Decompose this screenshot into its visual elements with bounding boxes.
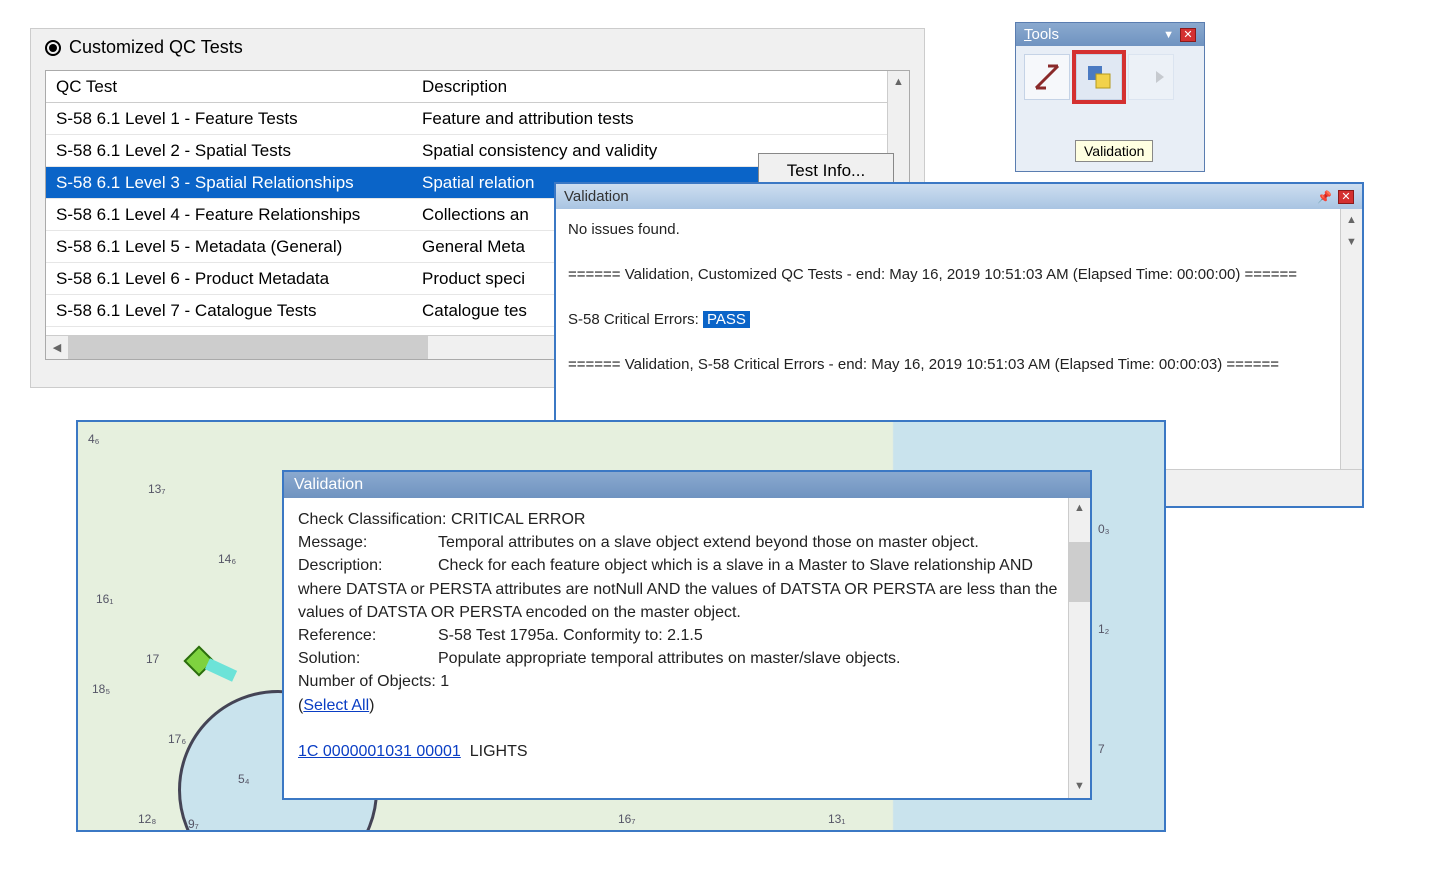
depth-label: 16₁ — [96, 592, 113, 606]
qc-row[interactable]: S-58 6.1 Level 1 - Feature TestsFeature … — [46, 103, 909, 135]
depth-label: 12₈ — [138, 812, 156, 826]
scrollbar-thumb[interactable] — [1069, 542, 1090, 602]
scroll-down-icon[interactable]: ▼ — [1341, 231, 1362, 253]
validation-line-2: ====== Validation, S-58 Critical Errors … — [568, 354, 1350, 377]
count-row: Number of Objects: 1 — [298, 670, 1076, 693]
depth-label: 1₂ — [1098, 622, 1109, 636]
select-all-row: (Select All) — [298, 694, 1076, 717]
depth-label: 17₆ — [168, 732, 186, 746]
light-sector — [205, 658, 237, 682]
scroll-left-icon[interactable]: ◀ — [46, 336, 68, 359]
reference-row: Reference:S-58 Test 1795a. Conformity to… — [298, 624, 1076, 647]
depth-label: 13₇ — [148, 482, 165, 496]
arrow-icon — [1128, 54, 1174, 100]
pass-badge: PASS — [703, 311, 750, 328]
qc-test-desc: Feature and attribution tests — [416, 109, 909, 129]
scroll-up-icon[interactable]: ▲ — [888, 71, 909, 93]
depth-label: 13₁ — [828, 812, 845, 826]
depth-label: 5₄ — [238, 772, 250, 786]
tools-title-label: Tools — [1024, 26, 1059, 43]
vertical-scrollbar[interactable]: ▲ ▼ — [1068, 498, 1090, 798]
close-icon[interactable]: ✕ — [1338, 190, 1354, 204]
scroll-down-icon[interactable]: ▼ — [1069, 776, 1090, 798]
chevron-down-icon[interactable]: ▼ — [1163, 29, 1174, 41]
qc-test-name: S-58 6.1 Level 4 - Feature Relationships — [46, 205, 416, 225]
vertical-scrollbar[interactable]: ▲ ▼ — [1340, 209, 1362, 469]
qc-header-desc[interactable]: Description — [416, 77, 909, 97]
depth-label: 17 — [146, 652, 159, 666]
qc-radio-row[interactable]: Customized QC Tests — [31, 29, 924, 66]
classification-row: Check Classification: CRITICAL ERROR — [298, 508, 1076, 531]
validation-report-title[interactable]: Validation — [284, 472, 1090, 498]
depth-label: 7 — [1098, 742, 1105, 756]
select-all-link[interactable]: Select All — [303, 697, 369, 714]
validation-report-body: Check Classification: CRITICAL ERROR Mes… — [284, 498, 1090, 798]
message-row: Message:Temporal attributes on a slave o… — [298, 531, 1076, 554]
qc-test-name: S-58 6.1 Level 7 - Catalogue Tests — [46, 301, 416, 321]
validation-tooltip: Validation — [1075, 140, 1153, 162]
validation-log-title: Validation — [564, 188, 629, 205]
qc-test-name: S-58 6.1 Level 3 - Spatial Relationships — [46, 173, 416, 193]
no-issues-text: No issues found. — [568, 219, 1350, 242]
scrollbar-thumb[interactable] — [68, 336, 428, 359]
depth-label: 14₆ — [218, 552, 236, 566]
validation-line-1: ====== Validation, Customized QC Tests -… — [568, 264, 1350, 287]
qc-grid-header: QC Test Description — [46, 71, 909, 103]
qc-test-name: S-58 6.1 Level 5 - Metadata (General) — [46, 237, 416, 257]
depth-label: 4₆ — [88, 432, 100, 446]
object-row: 1C 0000001031 00001 LIGHTS — [298, 740, 1076, 763]
tools-titlebar[interactable]: Tools ▼ ✕ — [1016, 23, 1204, 46]
object-link[interactable]: 1C 0000001031 00001 — [298, 743, 461, 760]
depth-label: 9₇ — [188, 817, 199, 831]
depth-label: 18₅ — [92, 682, 110, 696]
solution-row: Solution:Populate appropriate temporal a… — [298, 647, 1076, 670]
validation-log-titlebar[interactable]: Validation 📌 ✕ — [556, 184, 1362, 209]
qc-header-test[interactable]: QC Test — [46, 77, 416, 97]
qc-test-name: S-58 6.1 Level 2 - Spatial Tests — [46, 141, 416, 161]
depth-label: 0₃ — [1098, 522, 1110, 536]
qc-test-name: S-58 6.1 Level 1 - Feature Tests — [46, 109, 416, 129]
scroll-up-icon[interactable]: ▲ — [1069, 498, 1090, 520]
qc-test-name: S-58 6.1 Level 6 - Product Metadata — [46, 269, 416, 289]
radio-icon — [45, 40, 61, 56]
qc-radio-label: Customized QC Tests — [69, 37, 243, 58]
scroll-up-icon[interactable]: ▲ — [1341, 209, 1362, 231]
close-icon[interactable]: ✕ — [1180, 28, 1196, 42]
depth-label: 16₇ — [618, 812, 635, 826]
validation-icon[interactable] — [1076, 54, 1122, 100]
pin-icon[interactable]: 📌 — [1317, 190, 1332, 204]
description-row: Description:Check for each feature objec… — [298, 554, 1076, 624]
measure-icon[interactable] — [1024, 54, 1070, 100]
critical-errors-line: S-58 Critical Errors: PASS — [568, 309, 1350, 332]
validation-report-window: Validation Check Classification: CRITICA… — [282, 470, 1092, 800]
